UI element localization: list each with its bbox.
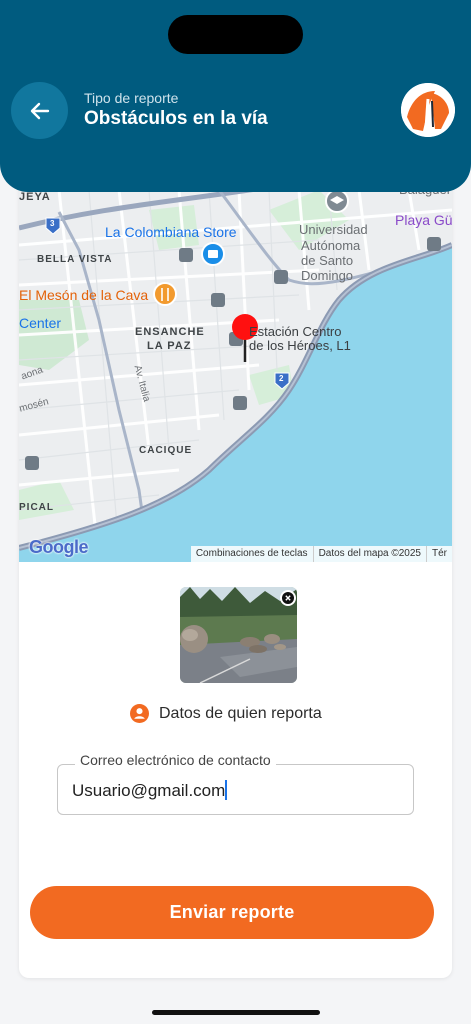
map-label-ensanche: ENSANCHE bbox=[135, 326, 205, 338]
map-label-colombiana: La Colombiana Store bbox=[105, 224, 237, 240]
back-button[interactable] bbox=[11, 82, 68, 139]
submit-report-button[interactable]: Enviar reporte bbox=[30, 886, 434, 939]
header-subtitle: Tipo de reporte bbox=[84, 90, 179, 106]
location-map[interactable]: JEYA Balaguer La Colombiana Store BELLA … bbox=[19, 150, 452, 562]
map-label-pical: PICAL bbox=[19, 502, 54, 513]
reporter-section-header: Datos de quien reporta bbox=[130, 704, 322, 723]
report-card: JEYA Balaguer La Colombiana Store BELLA … bbox=[19, 150, 452, 978]
map-label-estacion-1: Estación Centro bbox=[249, 324, 342, 339]
route-2-label: 2 bbox=[279, 374, 284, 383]
home-indicator bbox=[152, 1010, 320, 1015]
map-label-domingo: Domingo bbox=[301, 268, 354, 283]
map-label-universidad: Universidad bbox=[299, 222, 368, 237]
dynamic-island bbox=[168, 15, 303, 54]
route-3-label: 3 bbox=[50, 219, 55, 228]
email-field-value: Usuario@gmail.com bbox=[72, 780, 228, 801]
remove-photo-button[interactable] bbox=[280, 590, 296, 606]
map-label-autonoma: Autónoma bbox=[301, 238, 361, 253]
attrib-shortcuts[interactable]: Combinaciones de teclas bbox=[191, 546, 313, 562]
text-caret bbox=[225, 780, 228, 800]
map-label-meson: El Mesón de la Cava bbox=[19, 287, 149, 303]
email-field-text: Usuario@gmail.com bbox=[72, 781, 226, 800]
attrib-map-data[interactable]: Datos del mapa ©2025 bbox=[312, 546, 426, 562]
map-label-playa: Playa Gü bbox=[395, 212, 452, 228]
user-circle-icon bbox=[130, 704, 149, 723]
map-canvas bbox=[19, 150, 452, 562]
page-title: Obstáculos en la vía bbox=[84, 108, 268, 129]
report-screen: JEYA Balaguer La Colombiana Store BELLA … bbox=[0, 0, 471, 1024]
app-logo-icon bbox=[401, 83, 455, 137]
close-icon bbox=[282, 592, 294, 604]
map-label-la-paz: LA PAZ bbox=[147, 340, 192, 352]
map-label-jeya: JEYA bbox=[19, 191, 51, 203]
map-label-santo: de Santo bbox=[301, 253, 354, 268]
email-field-label: Correo electrónico de contacto bbox=[75, 752, 276, 768]
map-label-bella-vista: BELLA VISTA bbox=[37, 254, 113, 265]
map-label-cacique: CACIQUE bbox=[139, 445, 193, 456]
obstacle-photo[interactable] bbox=[180, 587, 297, 683]
reporter-section-title: Datos de quien reporta bbox=[159, 704, 322, 722]
attrib-terms[interactable]: Tér bbox=[426, 546, 452, 562]
obstacle-photo-image bbox=[180, 587, 297, 683]
arrow-left-icon bbox=[30, 102, 49, 119]
google-logo: Google bbox=[29, 537, 89, 557]
map-label-estacion-2: de los Héroes, L1 bbox=[249, 338, 351, 353]
email-field[interactable]: Usuario@gmail.com bbox=[57, 764, 414, 815]
map-attribution: Combinaciones de teclas Datos del mapa ©… bbox=[190, 546, 452, 562]
app-header: Tipo de reporte Obstáculos en la vía bbox=[0, 0, 471, 192]
map-label-center: Center bbox=[19, 315, 62, 331]
